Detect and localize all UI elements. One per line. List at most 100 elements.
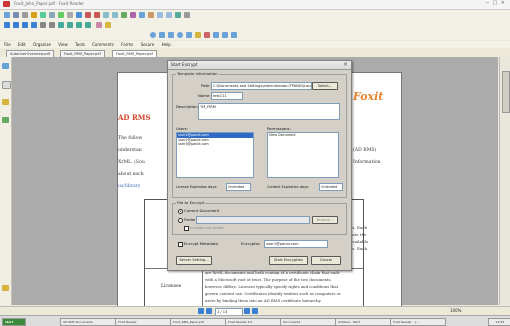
window-controls[interactable]: ─ □ ×: [486, 0, 506, 6]
menu-forms[interactable]: Forms: [121, 42, 133, 47]
last-page-icon[interactable]: [31, 22, 37, 28]
menu-edit[interactable]: Edit: [18, 42, 26, 47]
comment-icon[interactable]: [130, 12, 136, 18]
permissions-list[interactable]: View Document: [267, 132, 339, 178]
distance-tool-icon[interactable]: [222, 32, 228, 38]
line-tool-icon[interactable]: [159, 32, 165, 38]
zoom-level[interactable]: 100%: [450, 308, 461, 313]
encryptor-field[interactable]: user1@panid.com: [264, 240, 328, 248]
document-link[interactable]: us/library: [118, 181, 145, 193]
link-icon[interactable]: [166, 12, 172, 18]
table-right-fragment: es. Each cate the available es. Each: [350, 225, 369, 251]
fit-page-icon[interactable]: [103, 12, 109, 18]
next-page-status-icon[interactable]: [244, 308, 250, 314]
area-tool-icon[interactable]: [231, 32, 237, 38]
content-expiration-field[interactable]: Unlimited: [319, 183, 343, 191]
circle-tool-icon[interactable]: [150, 32, 156, 38]
path-field[interactable]: C:\Documents and Settings\administrator.…: [211, 82, 312, 90]
single-page-icon[interactable]: [58, 22, 64, 28]
current-document-radio[interactable]: [178, 209, 183, 214]
oval-tool-icon[interactable]: [177, 32, 183, 38]
folder-radio[interactable]: [178, 218, 183, 223]
description-field[interactable]: TM_FIRM: [198, 103, 340, 120]
menu-secure[interactable]: Secure: [141, 42, 155, 47]
encrypt-metadata-checkbox[interactable]: [178, 242, 183, 247]
include-subfolder-checkbox[interactable]: [184, 226, 189, 231]
tab-document-1[interactable]: AutoUserOverview.pdf: [6, 50, 55, 57]
scrollbar-thumb[interactable]: [502, 71, 510, 113]
first-page-icon[interactable]: [4, 22, 10, 28]
polygon-tool-icon[interactable]: [186, 32, 192, 38]
highlight-icon[interactable]: [148, 12, 154, 18]
pencil-icon[interactable]: [105, 22, 111, 28]
back-icon[interactable]: [40, 22, 46, 28]
previous-page-icon[interactable]: [13, 22, 19, 28]
pages-icon[interactable]: [2, 81, 11, 89]
dialog-close-button[interactable]: ×: [343, 61, 348, 68]
next-page-icon[interactable]: [22, 22, 28, 28]
user-item[interactable]: user3@panid.com: [177, 142, 253, 147]
rotate-icon[interactable]: [121, 12, 127, 18]
vertical-scrollbar[interactable]: [499, 57, 510, 305]
snapshot-icon[interactable]: [58, 12, 64, 18]
name-field[interactable]: test111: [211, 92, 243, 100]
tab-document-3[interactable]: Foxit_RMS_Paper.pdf: [112, 50, 157, 57]
print-icon[interactable]: [22, 12, 28, 18]
server-setting-button[interactable]: Server Setting...: [176, 256, 212, 265]
license-expiration-label: License Expiration days:: [176, 185, 218, 189]
license-expiration-field[interactable]: Unlimited: [226, 183, 251, 191]
last-page-status-icon[interactable]: [252, 308, 258, 314]
document-heading: AD RMS: [118, 113, 151, 122]
navigation-panel: [0, 57, 12, 305]
layers-icon[interactable]: [2, 117, 9, 123]
options-icon[interactable]: [184, 12, 190, 18]
bookmarks-icon[interactable]: [2, 63, 9, 69]
continuous-facing-icon[interactable]: [85, 22, 91, 28]
start-encryption-button[interactable]: Start Encryption: [269, 256, 308, 265]
select-button[interactable]: Select...: [312, 82, 338, 90]
rectangle-tool-icon[interactable]: [168, 32, 174, 38]
first-page-status-icon[interactable]: [198, 308, 204, 314]
continuous-icon[interactable]: [67, 22, 73, 28]
pencil-tool-icon[interactable]: [195, 32, 201, 38]
zoom-in-icon[interactable]: [85, 12, 91, 18]
menu-organize[interactable]: Organize: [33, 42, 51, 47]
typewriter-icon[interactable]: [139, 12, 145, 18]
attach-icon[interactable]: [175, 12, 181, 18]
start-encrypt-dialog: Start Encrypt × Template Information Pat…: [167, 60, 352, 271]
arrow-tool-icon[interactable]: [213, 32, 219, 38]
encryptor-label: Encryptor:: [241, 241, 261, 246]
menu-comments[interactable]: Comments: [92, 42, 114, 47]
attachments-icon[interactable]: [2, 99, 9, 105]
menu-tools[interactable]: Tools: [75, 42, 85, 47]
page-icon[interactable]: [76, 12, 82, 18]
menu-bar: File Edit Organize View Tools Comments F…: [0, 41, 510, 48]
note-icon[interactable]: [96, 22, 102, 28]
folder-field[interactable]: [196, 216, 310, 224]
email-icon[interactable]: [31, 12, 37, 18]
find-icon[interactable]: [67, 12, 73, 18]
browse-button[interactable]: Browse...: [312, 216, 338, 224]
hand-tool-icon[interactable]: [40, 12, 46, 18]
permission-item[interactable]: View Document: [268, 133, 338, 138]
taskbar: start AD RMS Documents Foxit Reader Foxi…: [0, 315, 510, 326]
open-icon[interactable]: [4, 12, 10, 18]
tab-document-2[interactable]: Foxit_RMS_Paper.pdf: [60, 50, 105, 57]
users-list[interactable]: user1@panid.com user2@panid.com user3@pa…: [176, 132, 254, 178]
menu-help[interactable]: Help: [162, 42, 171, 47]
menu-view[interactable]: View: [58, 42, 68, 47]
cancel-button[interactable]: Cancel: [311, 256, 341, 265]
lock-icon[interactable]: [2, 285, 9, 291]
facing-icon[interactable]: [76, 22, 82, 28]
save-icon[interactable]: [13, 12, 19, 18]
eraser-tool-icon[interactable]: [204, 32, 210, 38]
menu-file[interactable]: File: [4, 42, 11, 47]
previous-page-status-icon[interactable]: [206, 308, 212, 314]
form-icon[interactable]: [157, 12, 163, 18]
forward-icon[interactable]: [49, 22, 55, 28]
title-bar: Foxit_John_Paper.pdf - Foxit Reader ─ □ …: [0, 0, 510, 10]
zoom-out-icon[interactable]: [94, 12, 100, 18]
select-text-icon[interactable]: [49, 12, 55, 18]
fit-width-icon[interactable]: [112, 12, 118, 18]
app-icon: [3, 1, 10, 7]
